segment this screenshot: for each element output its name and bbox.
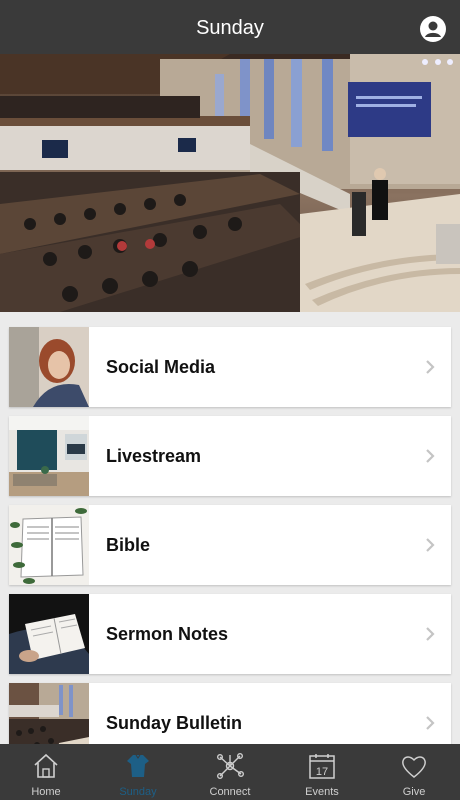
chevron-right-icon [423,716,437,730]
menu-item-livestream[interactable]: Livestream [9,416,451,496]
sermon-notes-photo [9,594,89,674]
top-bar: Sunday [0,0,460,54]
menu-item-label: Sermon Notes [106,624,229,644]
chevron-right-icon [423,360,437,374]
page-title: Sunday [196,17,264,39]
tab-label: Sunday [119,786,157,798]
shirt-icon [124,752,152,780]
menu-list: Social Media Livestream Bible Sermon Not… [9,327,451,772]
tab-connect[interactable]: Connect [184,744,276,800]
menu-item-label: Livestream [106,446,202,466]
livestream-photo [9,416,89,496]
tab-sunday[interactable]: Sunday [92,744,184,800]
chevron-right-icon [423,627,437,641]
chevron-right-icon [423,449,437,463]
calendar-day: 17 [316,766,328,778]
social-media-photo [9,327,89,407]
tab-give[interactable]: Give [368,744,460,800]
tab-events[interactable]: 17 Events [276,744,368,800]
network-icon [216,752,245,780]
chevron-right-icon [423,538,437,552]
tab-label: Connect [209,786,251,798]
tab-home[interactable]: Home [0,744,92,800]
church-sanctuary-photo [0,54,460,312]
user-profile-icon[interactable] [420,16,446,42]
menu-item-label: Social Media [106,357,216,377]
menu-item-bible[interactable]: Bible [9,505,451,585]
menu-item-sermon-notes[interactable]: Sermon Notes [9,594,451,674]
menu-item-label: Bible [106,535,151,555]
tab-label: Home [31,786,61,798]
home-icon [32,752,60,780]
menu-item-social-media[interactable]: Social Media [9,327,451,407]
tab-label: Events [305,786,339,798]
tab-label: Give [402,786,426,798]
heart-icon [400,752,428,780]
bottom-tab-bar: Home Sunday Connect 17 Events Give [0,744,460,800]
bible-photo [9,505,89,585]
calendar-icon: 17 [308,752,336,780]
